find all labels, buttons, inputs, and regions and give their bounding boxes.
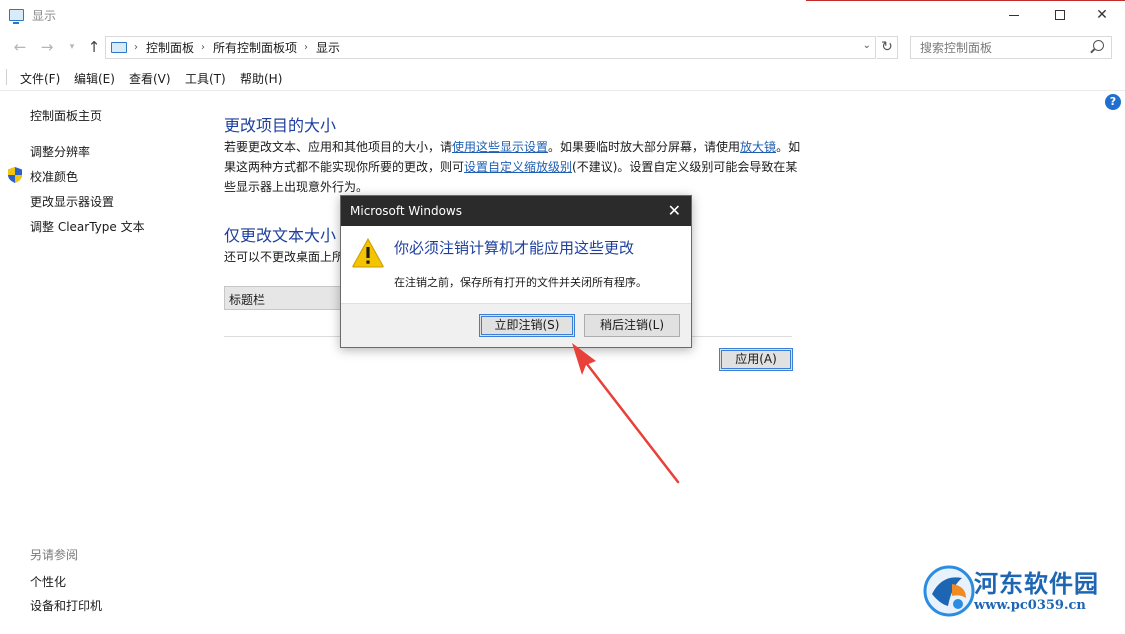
sidebar-item-personalization[interactable]: 个性化 xyxy=(30,573,66,590)
breadcrumb-all-items[interactable]: 所有控制面板项 xyxy=(213,39,297,56)
watermark-logo xyxy=(923,565,975,617)
address-bar[interactable]: › 控制面板 › 所有控制面板项 › 显示 ⌄ xyxy=(105,36,876,59)
chevron-right-icon[interactable]: › xyxy=(134,42,138,53)
link-display-settings[interactable]: 使用这些显示设置 xyxy=(452,140,548,154)
dialog-close-icon[interactable]: ✕ xyxy=(668,201,681,220)
item-select[interactable]: 标题栏 xyxy=(224,286,346,310)
dialog-content: 在注销之前，保存所有打开的文件并关闭所有程序。 xyxy=(394,276,647,289)
see-also-label: 另请参阅 xyxy=(30,548,79,562)
recent-locations-chevron-icon[interactable]: ▾ xyxy=(62,38,82,56)
uac-shield-icon xyxy=(8,167,22,183)
watermark-name: 河东软件园 xyxy=(974,569,1099,598)
help-icon[interactable]: ? xyxy=(1105,94,1121,110)
address-dropdown-icon[interactable]: ⌄ xyxy=(863,40,871,51)
menu-help[interactable]: 帮助(H) xyxy=(240,70,282,87)
maximize-button[interactable] xyxy=(1037,0,1083,30)
heading-change-size: 更改项目的大小 xyxy=(224,116,337,135)
sidebar-item-cleartype[interactable]: 调整 ClearType 文本 xyxy=(30,218,145,235)
description-text: 若要更改文本、应用和其他项目的大小，请 xyxy=(224,140,453,154)
text-size-description: 还可以不更改桌面上所 xyxy=(224,250,345,264)
breadcrumb-control-panel[interactable]: 控制面板 xyxy=(146,39,194,56)
up-arrow-icon[interactable]: ↑ xyxy=(84,38,104,56)
sidebar-item-calibrate-color[interactable]: 校准颜色 xyxy=(30,168,78,185)
control-panel-icon xyxy=(111,42,127,53)
dialog-title: Microsoft Windows xyxy=(350,204,462,218)
item-select-value: 标题栏 xyxy=(229,293,266,307)
close-icon: ✕ xyxy=(1096,7,1108,23)
log-off-now-button[interactable]: 立即注销(S) xyxy=(479,314,575,337)
watermark-url: www.pc0359.cn xyxy=(974,598,1086,613)
dialog-footer: 立即注销(S) 稍后注销(L) xyxy=(341,303,691,347)
forward-arrow-icon[interactable]: → xyxy=(37,38,57,56)
breadcrumb-display[interactable]: 显示 xyxy=(316,39,340,56)
sidebar-item-display-settings[interactable]: 更改显示器设置 xyxy=(30,193,114,210)
log-off-later-button[interactable]: 稍后注销(L) xyxy=(584,314,680,337)
dialog-title-bar: Microsoft Windows ✕ xyxy=(341,196,691,226)
search-input[interactable] xyxy=(911,37,1086,58)
chevron-right-icon[interactable]: › xyxy=(201,42,205,53)
search-icon[interactable] xyxy=(1093,40,1104,51)
menu-edit[interactable]: 编辑(E) xyxy=(74,70,115,87)
maximize-icon xyxy=(1055,10,1065,20)
apply-button[interactable]: 应用(A) xyxy=(719,348,793,371)
minimize-icon xyxy=(1009,14,1019,16)
refresh-icon[interactable]: ↻ xyxy=(877,36,898,59)
size-description: 若要更改文本、应用和其他项目的大小，请使用这些显示设置。如果要临时放大部分屏幕，… xyxy=(224,137,804,197)
menu-view[interactable]: 查看(V) xyxy=(129,70,171,87)
site-watermark: 河东软件园 www.pc0359.cn xyxy=(918,560,1118,624)
search-box[interactable] xyxy=(910,36,1112,59)
menu-bar: 文件(F) 编辑(E) 查看(V) 工具(T) 帮助(H) xyxy=(0,63,1125,91)
menu-grip xyxy=(6,69,7,85)
description-text: 。如果要临时放大部分屏幕，请使用 xyxy=(548,140,741,154)
chevron-right-icon[interactable]: › xyxy=(304,42,308,53)
window-title: 显示 xyxy=(32,9,57,23)
link-custom-scaling[interactable]: 设置自定义缩放级别 xyxy=(464,160,572,174)
heading-text-size: 仅更改文本大小 xyxy=(224,226,337,245)
logoff-dialog: Microsoft Windows ✕ 你必须注销计算机才能应用这些更改 在注销… xyxy=(340,195,692,348)
annotation-arrow xyxy=(572,343,680,484)
background-window-edge xyxy=(806,0,1125,1)
link-magnifier[interactable]: 放大镜 xyxy=(740,140,776,154)
navigation-bar: ← → ▾ ↑ › 控制面板 › 所有控制面板项 › 显示 ⌄ ↻ xyxy=(0,32,1125,62)
sidebar-item-control-panel-home[interactable]: 控制面板主页 xyxy=(30,107,102,124)
warning-icon xyxy=(352,238,384,268)
minimize-button[interactable] xyxy=(991,0,1037,30)
dialog-main-instruction: 你必须注销计算机才能应用这些更改 xyxy=(394,239,635,257)
back-arrow-icon[interactable]: ← xyxy=(10,38,30,56)
title-bar: 显示 ✕ xyxy=(0,0,1125,32)
menu-file[interactable]: 文件(F) xyxy=(20,70,60,87)
close-button[interactable]: ✕ xyxy=(1079,0,1125,30)
sidebar-item-adjust-resolution[interactable]: 调整分辨率 xyxy=(30,143,90,160)
sidebar-item-devices-printers[interactable]: 设备和打印机 xyxy=(30,597,102,614)
menu-tools[interactable]: 工具(T) xyxy=(185,70,226,87)
display-icon xyxy=(9,9,24,24)
